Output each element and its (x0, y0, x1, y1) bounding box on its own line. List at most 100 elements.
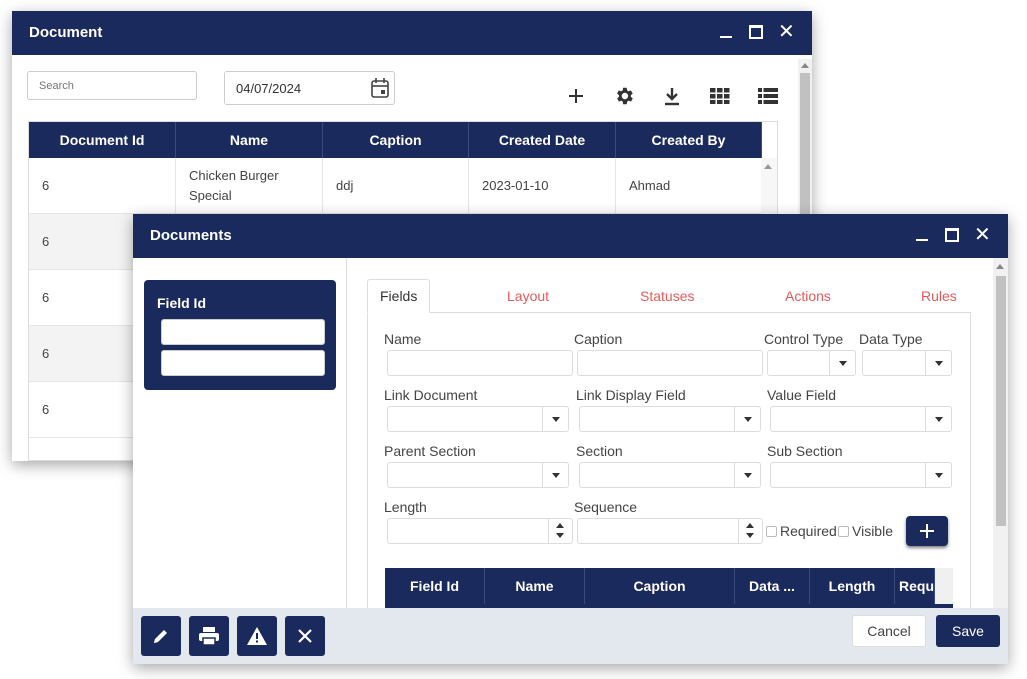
sequence-stepper[interactable] (577, 518, 763, 544)
field-id-input-2[interactable] (161, 350, 325, 376)
field-id-label: Field Id (157, 295, 206, 311)
date-input[interactable]: 04/07/2024 (224, 71, 395, 105)
section-label: Section (576, 443, 623, 459)
column-header[interactable]: Caption (323, 122, 469, 158)
scroll-up-icon[interactable] (996, 264, 1004, 269)
fields-table-header: Field Id Name Caption Data ... Length Re… (385, 568, 953, 608)
list-view-icon[interactable] (744, 84, 792, 108)
table-header: Document Id Name Caption Created Date Cr… (29, 122, 762, 158)
tab-fields[interactable]: Fields (367, 279, 431, 313)
sequence-label: Sequence (574, 499, 638, 515)
chevron-down-icon[interactable] (542, 407, 568, 431)
column-header[interactable]: Caption (585, 568, 735, 604)
printer-icon (199, 627, 219, 646)
cell: ddj (323, 158, 469, 213)
table-row[interactable]: 6 Chicken Burger Special ddj 2023-01-10 … (29, 158, 762, 214)
link-document-label: Link Document (384, 387, 478, 403)
tab-bar: Fields Layout Statuses Actions Rules (367, 279, 971, 313)
field-id-input[interactable] (161, 319, 325, 345)
column-header[interactable]: Length (810, 568, 895, 604)
maximize-icon[interactable] (748, 23, 764, 41)
document-window-titlebar[interactable]: Document ✕ (12, 11, 812, 55)
sub-section-select[interactable] (770, 462, 952, 488)
checkbox-box[interactable] (838, 525, 849, 537)
edit-button[interactable] (141, 616, 181, 656)
chevron-down-icon[interactable] (734, 407, 760, 431)
table-scrollbar[interactable] (935, 568, 953, 604)
required-checkbox[interactable]: Required (766, 523, 837, 539)
scroll-up-icon[interactable] (764, 164, 772, 169)
tab-layout[interactable]: Layout (507, 279, 549, 313)
warning-button[interactable] (237, 616, 277, 656)
chevron-down-icon[interactable] (925, 407, 951, 431)
scrollbar-thumb[interactable] (996, 276, 1006, 526)
tab-rules[interactable]: Rules (921, 279, 957, 313)
sub-section-label: Sub Section (767, 443, 843, 459)
control-type-select[interactable] (767, 350, 856, 376)
chevron-down-icon[interactable] (542, 463, 568, 487)
parent-section-label: Parent Section (384, 443, 476, 459)
tab-statuses[interactable]: Statuses (640, 279, 694, 313)
link-display-field-select[interactable] (579, 406, 761, 432)
section-select[interactable] (579, 462, 761, 488)
column-header[interactable]: Data ... (735, 568, 810, 604)
tab-actions[interactable]: Actions (785, 279, 831, 313)
gear-icon[interactable] (600, 84, 648, 108)
close-icon (298, 629, 312, 643)
parent-section-select[interactable] (387, 462, 569, 488)
documents-window-titlebar[interactable]: Documents ✕ (133, 214, 1008, 258)
decrement-icon[interactable] (556, 533, 564, 538)
column-header[interactable]: Name (176, 122, 323, 158)
increment-icon[interactable] (746, 523, 754, 528)
chevron-down-icon[interactable] (925, 463, 951, 487)
data-type-label: Data Type (859, 331, 923, 347)
link-document-select[interactable] (387, 406, 569, 432)
column-header[interactable]: Document Id (29, 122, 176, 158)
close-icon[interactable]: ✕ (778, 22, 795, 42)
window-scrollbar[interactable] (993, 258, 1008, 608)
grid-view-icon[interactable] (696, 84, 744, 108)
name-field[interactable] (387, 350, 573, 376)
column-header[interactable]: Created Date (469, 122, 616, 158)
link-display-field-label: Link Display Field (576, 387, 686, 403)
chevron-down-icon[interactable] (925, 351, 951, 375)
pencil-icon (154, 630, 167, 643)
add-field-button[interactable] (906, 516, 948, 546)
column-header[interactable]: Name (485, 568, 585, 604)
calendar-icon[interactable] (370, 77, 390, 99)
checkbox-box[interactable] (766, 525, 777, 537)
length-stepper[interactable] (387, 518, 573, 544)
minimize-icon[interactable] (718, 23, 734, 41)
save-button[interactable]: Save (936, 615, 1000, 647)
column-header[interactable]: Requ (895, 568, 935, 604)
column-header[interactable]: Created By (616, 122, 762, 158)
value-field-label: Value Field (767, 387, 837, 403)
chevron-down-icon[interactable] (829, 351, 855, 375)
decrement-icon[interactable] (746, 533, 754, 538)
date-value: 04/07/2024 (236, 81, 302, 96)
search-input[interactable]: Search (27, 71, 197, 100)
caption-field[interactable] (577, 350, 763, 376)
length-label: Length (384, 499, 427, 515)
add-icon[interactable] (552, 84, 600, 108)
documents-window: Documents ✕ Field Id Fields Layout Statu… (133, 214, 1008, 664)
minimize-icon[interactable] (914, 226, 930, 244)
left-pane: Field Id (133, 258, 347, 608)
data-type-select[interactable] (862, 350, 952, 376)
increment-icon[interactable] (556, 523, 564, 528)
maximize-icon[interactable] (944, 226, 960, 244)
visible-checkbox[interactable]: Visible (838, 523, 893, 539)
value-field-select[interactable] (770, 406, 952, 432)
warning-icon (247, 627, 267, 645)
scroll-up-icon[interactable] (801, 63, 809, 68)
column-header[interactable]: Field Id (385, 568, 485, 604)
cancel-button[interactable]: Cancel (852, 615, 926, 647)
print-button[interactable] (189, 616, 229, 656)
chevron-down-icon[interactable] (734, 463, 760, 487)
download-icon[interactable] (648, 84, 696, 108)
caption-label: Caption (574, 331, 623, 347)
plus-icon (920, 524, 934, 538)
close-icon[interactable]: ✕ (974, 225, 991, 245)
close-button[interactable] (285, 616, 325, 656)
cell: Chicken Burger Special (176, 158, 323, 213)
